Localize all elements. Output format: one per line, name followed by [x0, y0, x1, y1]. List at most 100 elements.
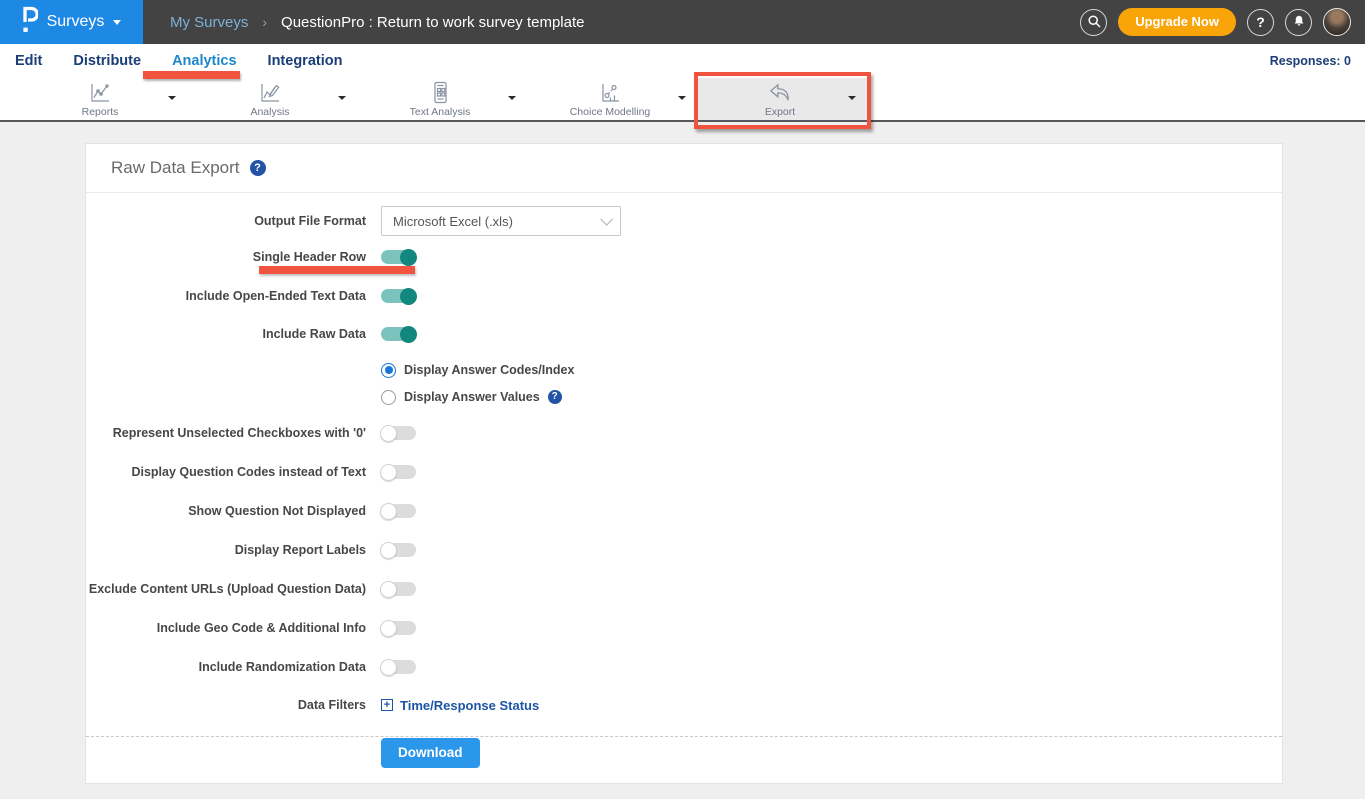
randomization-data-label: Include Randomization Data — [86, 660, 366, 674]
breadcrumb-my-surveys[interactable]: My Surveys — [170, 14, 248, 31]
exclude-content-urls-label: Exclude Content URLs (Upload Question Da… — [86, 582, 366, 596]
annotation-box-export — [694, 72, 871, 129]
topbar-actions: Upgrade Now ? — [1080, 8, 1365, 36]
geo-code-toggle[interactable] — [381, 621, 416, 635]
panel-title: Raw Data Export — [111, 158, 240, 178]
expand-plus-icon: + — [381, 699, 393, 711]
responses-count: Responses: 0 — [1270, 54, 1351, 68]
toggle-knob — [380, 503, 397, 520]
question-not-displayed-toggle[interactable] — [381, 504, 416, 518]
notifications-button[interactable] — [1285, 9, 1312, 36]
include-raw-data-toggle[interactable] — [381, 327, 416, 341]
randomization-data-toggle[interactable] — [381, 660, 416, 674]
text-analysis-icon — [370, 81, 510, 105]
page-title: QuestionPro : Return to work survey temp… — [281, 14, 584, 31]
output-format-select[interactable]: Microsoft Excel (.xls) — [381, 206, 621, 236]
single-header-row-row: Single Header Row — [86, 247, 1282, 267]
surveys-menu-button[interactable]: Surveys — [0, 0, 143, 44]
exclude-content-urls-toggle[interactable] — [381, 582, 416, 596]
footer-divider — [86, 736, 1282, 737]
toggle-knob — [380, 581, 397, 598]
help-button[interactable]: ? — [1247, 9, 1274, 36]
raw-data-export-help-icon[interactable]: ? — [250, 160, 266, 176]
toggle-knob — [400, 249, 417, 266]
toolbar-item-choice-modelling[interactable]: Choice Modelling — [540, 81, 680, 118]
toolbar-item-analysis[interactable]: Analysis — [200, 81, 340, 118]
report-labels-label: Display Report Labels — [86, 543, 366, 557]
choice-modelling-icon — [540, 81, 680, 105]
open-ended-text-label: Include Open-Ended Text Data — [86, 289, 366, 303]
reports-dropdown-arrow[interactable] — [168, 96, 176, 100]
top-bar: Surveys My Surveys › QuestionPro : Retur… — [0, 0, 1365, 44]
toggle-knob — [380, 464, 397, 481]
output-format-value: Microsoft Excel (.xls) — [393, 214, 513, 229]
analysis-chart-icon — [200, 81, 340, 105]
search-button[interactable] — [1080, 9, 1107, 36]
output-format-row: Output File Format Microsoft Excel (.xls… — [86, 206, 1282, 236]
breadcrumb-separator: › — [262, 14, 267, 30]
toggle-knob — [400, 288, 417, 305]
toggle-knob — [380, 542, 397, 559]
report-labels-toggle[interactable] — [381, 543, 416, 557]
answer-values-help-icon[interactable]: ? — [548, 390, 562, 404]
answer-codes-radio-row: Display Answer Codes/Index — [381, 360, 574, 380]
brand-label: Surveys — [47, 13, 105, 31]
tab-integration[interactable]: Integration — [268, 47, 343, 75]
toggle-knob — [400, 326, 417, 343]
exclude-content-urls-row: Exclude Content URLs (Upload Question Da… — [86, 579, 1282, 599]
answer-values-radio[interactable] — [381, 390, 396, 405]
answer-values-radio-label: Display Answer Values — [404, 390, 540, 404]
time-response-status-label: Time/Response Status — [400, 698, 539, 713]
open-ended-text-toggle[interactable] — [381, 289, 416, 303]
unselected-checkboxes-label: Represent Unselected Checkboxes with '0' — [86, 426, 366, 440]
questionpro-logo-icon — [22, 6, 38, 38]
raw-data-export-panel: Raw Data Export ? Output File Format Mic… — [85, 143, 1283, 784]
report-labels-row: Display Report Labels — [86, 540, 1282, 560]
geo-code-row: Include Geo Code & Additional Info — [86, 618, 1282, 638]
question-codes-toggle[interactable] — [381, 465, 416, 479]
choice-modelling-dropdown-arrow[interactable] — [678, 96, 686, 100]
question-codes-label: Display Question Codes instead of Text — [86, 465, 366, 479]
toggle-knob — [380, 620, 397, 637]
question-not-displayed-label: Show Question Not Displayed — [86, 504, 366, 518]
panel-header: Raw Data Export ? — [86, 144, 1282, 193]
annotation-underline-analytics — [143, 71, 240, 79]
upgrade-now-button[interactable]: Upgrade Now — [1118, 8, 1236, 36]
unselected-checkboxes-toggle[interactable] — [381, 426, 416, 440]
toolbar-item-text-analysis[interactable]: Text Analysis — [370, 81, 510, 118]
search-icon — [1086, 13, 1102, 32]
tab-distribute[interactable]: Distribute — [73, 47, 141, 75]
unselected-checkboxes-row: Represent Unselected Checkboxes with '0' — [86, 423, 1282, 443]
annotation-underline-single-header-row — [259, 266, 415, 274]
reports-chart-icon — [30, 81, 170, 105]
include-raw-data-row: Include Raw Data — [86, 324, 1282, 344]
download-button[interactable]: Download — [381, 738, 480, 768]
user-avatar[interactable] — [1323, 8, 1351, 36]
analytics-toolbar: Reports Analysis Text Analysis — [0, 78, 1365, 122]
analysis-dropdown-arrow[interactable] — [338, 96, 346, 100]
toolbar-item-reports[interactable]: Reports — [30, 81, 170, 118]
randomization-data-row: Include Randomization Data — [86, 657, 1282, 677]
data-filters-label: Data Filters — [86, 698, 366, 712]
single-header-row-label: Single Header Row — [86, 250, 366, 264]
chevron-down-icon — [113, 20, 121, 25]
data-filters-row: Data Filters + Time/Response Status — [86, 695, 1282, 715]
answer-values-radio-row: Display Answer Values ? — [381, 387, 562, 407]
include-raw-data-label: Include Raw Data — [86, 327, 366, 341]
open-ended-text-row: Include Open-Ended Text Data — [86, 286, 1282, 306]
toggle-knob — [380, 425, 397, 442]
toggle-knob — [380, 659, 397, 676]
bell-icon — [1292, 14, 1306, 31]
answer-codes-radio-label: Display Answer Codes/Index — [404, 363, 574, 377]
chevron-down-icon — [600, 213, 613, 226]
question-mark-icon: ? — [1256, 14, 1265, 30]
tab-edit[interactable]: Edit — [15, 47, 42, 75]
radio-dot — [385, 366, 393, 374]
output-format-label: Output File Format — [86, 214, 366, 228]
answer-codes-radio[interactable] — [381, 363, 396, 378]
single-header-row-toggle[interactable] — [381, 250, 416, 264]
time-response-status-link[interactable]: + Time/Response Status — [381, 698, 539, 713]
geo-code-label: Include Geo Code & Additional Info — [86, 621, 366, 635]
text-analysis-dropdown-arrow[interactable] — [508, 96, 516, 100]
question-codes-row: Display Question Codes instead of Text — [86, 462, 1282, 482]
